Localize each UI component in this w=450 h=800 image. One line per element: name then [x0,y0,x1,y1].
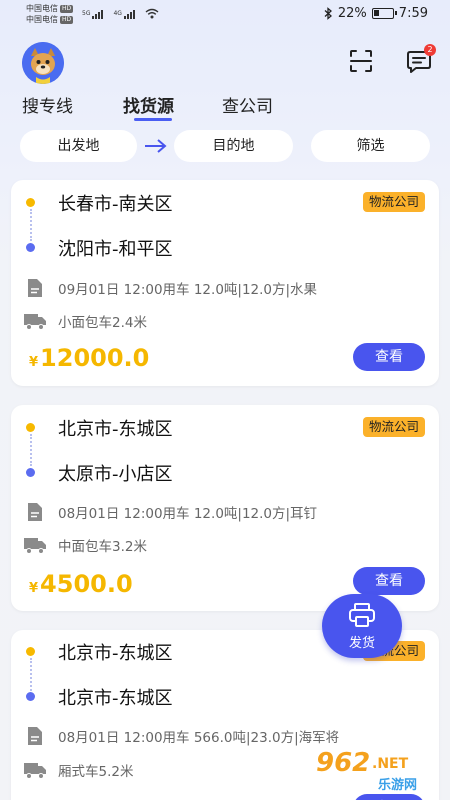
document-icon [28,727,42,745]
active-tab-indicator [134,118,172,121]
origin-dot [26,647,35,656]
cargo-detail-row: 09月01日 12:00用车 12.0吨|12.0方|水果 [24,278,317,298]
document-icon [28,503,42,521]
destination-dot [26,692,35,701]
vehicle-row: 厢式车5.2米 [24,760,133,780]
battery-icon [371,8,397,19]
price-value: 4500.0 [40,570,133,598]
vehicle-row: 小面包车2.4米 [24,311,147,331]
scan-icon [350,50,372,72]
signal-5g-icon: 5G [82,10,104,19]
cargo-detail: 08月01日 12:00用车 566.0吨|23.0方|海军将 [58,730,340,746]
price: ¥4500.0 [29,570,133,598]
wifi-icon [145,8,159,19]
vehicle-type: 厢式车5.2米 [58,764,134,780]
carrier-2: 中国电信 HD [26,15,74,25]
origin-city: 长春市-南关区 [58,194,173,215]
filter-button[interactable]: 筛选 [311,130,430,162]
document-icon [28,279,42,297]
dog-mascot-icon [22,42,64,84]
hd-badge: HD [60,15,74,24]
origin-city: 北京市-东城区 [58,419,173,440]
tab-check-company[interactable]: 查公司 [222,92,273,117]
destination-dot [26,243,35,252]
watermark-logo: 962 .NET 乐游网 [314,748,446,794]
carrier-2-label: 中国电信 [26,15,58,24]
signal-4g-icon: 4G [113,10,135,19]
status-right: 22% 7:59 [324,6,428,21]
carrier-1: 中国电信 HD [26,4,74,14]
fab-label: 发货 [348,636,375,651]
vehicle-row: 中面包车3.2米 [24,535,147,555]
status-bar: 中国电信 HD 中国电信 HD 5G 4G 22% 7:59 [0,0,450,30]
company-tag: 物流公司 [362,417,425,437]
destination-city: 沈阳市-和平区 [58,239,173,260]
tab-find-cargo[interactable]: 找货源 [123,92,174,117]
origin-city: 北京市-东城区 [58,643,173,664]
ship-cargo-fab[interactable]: 发货 [322,594,402,658]
destination-dot [26,468,35,477]
cargo-card[interactable]: 北京市-东城区 太原市-小店区 物流公司 08月01日 12:00用车 12.0… [11,405,439,611]
truck-icon [24,314,46,330]
signal-icons: 5G 4G [82,8,159,19]
truck-icon [24,538,46,554]
clock: 7:59 [398,6,428,21]
currency-symbol: ¥ [29,355,39,370]
battery-percent: 22% [337,6,367,21]
messages-button[interactable]: 2 [404,44,438,76]
watermark-brand: 962 [316,748,371,778]
printer-icon [349,603,375,627]
watermark-net: .NET [372,756,409,772]
destination-city: 太原市-小店区 [58,464,173,485]
route-line [29,209,32,241]
company-tag: 物流公司 [362,192,425,212]
origin-dot [26,423,35,432]
cargo-detail: 08月01日 12:00用车 12.0吨|12.0方|耳钉 [58,506,318,522]
cargo-detail-row: 08月01日 12:00用车 566.0吨|23.0方|海军将 [24,726,339,746]
route-line [29,658,32,691]
cargo-detail-row: 08月01日 12:00用车 12.0吨|12.0方|耳钉 [24,502,317,522]
view-button[interactable]: 查看 [353,343,425,371]
bluetooth-icon [324,7,332,20]
truck-icon [24,763,46,779]
cargo-detail: 09月01日 12:00用车 12.0吨|12.0方|水果 [58,282,318,298]
route-line [29,434,32,466]
vehicle-type: 小面包车2.4米 [58,315,147,331]
cargo-card[interactable]: 长春市-南关区 沈阳市-和平区 物流公司 09月01日 12:00用车 12.0… [11,180,439,386]
origin-filter[interactable]: 出发地 [20,130,137,162]
view-button[interactable]: 查看 [353,794,425,800]
watermark-name: 乐游网 [378,778,418,793]
destination-city: 北京市-东城区 [58,688,173,709]
notification-badge: 2 [424,44,436,56]
tab-search-line[interactable]: 搜专线 [22,92,73,117]
vehicle-type: 中面包车3.2米 [58,539,147,555]
price-value: 12000.0 [40,344,150,372]
destination-filter[interactable]: 目的地 [174,130,293,162]
carrier-1-label: 中国电信 [26,4,58,13]
currency-symbol: ¥ [29,581,39,596]
price: ¥12000.0 [29,344,149,372]
view-button[interactable]: 查看 [353,567,425,595]
scan-button[interactable] [346,46,376,76]
arrow-right-icon [145,139,167,153]
origin-dot [26,198,35,207]
avatar[interactable] [22,42,64,84]
hd-badge: HD [60,4,74,13]
